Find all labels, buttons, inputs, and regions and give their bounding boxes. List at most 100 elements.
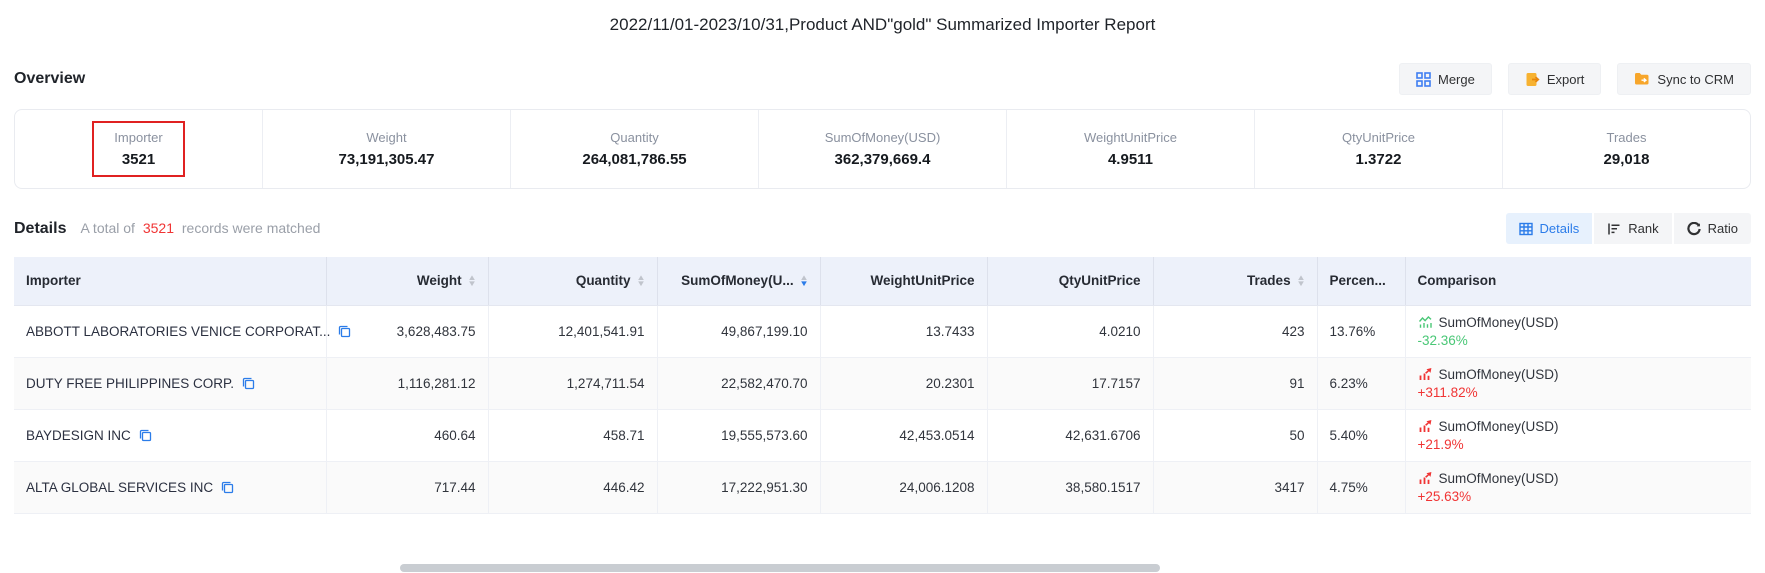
bar-chart-up-icon (1418, 471, 1433, 485)
cell-importer: ABBOTT LABORATORIES VENICE CORPORAT... (14, 305, 326, 357)
comparison-change: -32.36% (1418, 333, 1740, 348)
overview-stat-trades: Trades29,018 (1502, 110, 1750, 188)
overview-stat-qtyunitprice: QtyUnitPrice 1.3722 (1254, 110, 1502, 188)
sort-caret-icon[interactable]: ▲▼ (468, 275, 476, 286)
importer-name-link[interactable]: ABBOTT LABORATORIES VENICE CORPORAT... (26, 324, 330, 339)
export-button[interactable]: Export (1508, 63, 1602, 95)
table-row: BAYDESIGN INC460.64458.7119,555,573.6042… (14, 409, 1751, 461)
copy-icon[interactable] (242, 377, 255, 390)
sync-to-crm-button[interactable]: Sync to CRM (1617, 63, 1751, 95)
importer-name-link[interactable]: DUTY FREE PHILIPPINES CORP. (26, 376, 234, 391)
comparison-change: +25.63% (1418, 489, 1740, 504)
cell-quantity: 12,401,541.91 (488, 305, 657, 357)
table-row: ALTA GLOBAL SERVICES INC717.44446.4217,2… (14, 461, 1751, 513)
sort-caret-icon[interactable]: ▲▼ (800, 275, 808, 286)
overview-stat-quantity: Quantity264,081,786.55 (510, 110, 758, 188)
horizontal-scrollbar-thumb[interactable] (400, 564, 1160, 572)
stat-content: Quantity264,081,786.55 (560, 121, 708, 177)
record-count: 3521 (139, 220, 178, 236)
column-label: Weight (417, 273, 462, 288)
cell-importer: ALTA GLOBAL SERVICES INC (14, 461, 326, 513)
cell-qty-unit-price: 38,580.1517 (987, 461, 1153, 513)
cell-weight: 1,116,281.12 (326, 357, 488, 409)
stat-content: WeightUnitPrice4.9511 (1062, 121, 1199, 177)
cell-quantity: 446.42 (488, 461, 657, 513)
stat-value: 4.9511 (1108, 151, 1153, 168)
tab-details[interactable]: Details (1506, 213, 1593, 244)
cell-weight-unit-price: 20.2301 (820, 357, 987, 409)
sort-caret-icon[interactable]: ▲▼ (637, 275, 645, 286)
column-label: Trades (1247, 273, 1291, 288)
comparison-metric: SumOfMoney(USD) (1439, 419, 1559, 434)
tab-ratio[interactable]: Ratio (1674, 213, 1751, 244)
cell-quantity: 458.71 (488, 409, 657, 461)
ratio-circle-icon (1687, 222, 1701, 236)
overview-card: Importer3521 Weight73,191,305.47 Quantity2… (14, 109, 1751, 189)
tab-label: Rank (1628, 221, 1658, 236)
bar-chart-up-icon (1418, 367, 1433, 381)
column-label: Quantity (576, 273, 631, 288)
importer-name-link[interactable]: BAYDESIGN INC (26, 428, 131, 443)
comparison-change: +21.9% (1418, 437, 1740, 452)
column-header-quantity[interactable]: Quantity ▲▼ (488, 257, 657, 305)
view-tabs: Details Rank Ratio (1506, 213, 1751, 244)
table-row: DUTY FREE PHILIPPINES CORP. 1,116,281.121… (14, 357, 1751, 409)
overview-stat-importer: Importer3521 (15, 110, 262, 188)
cell-sum-of-money: 19,555,573.60 (657, 409, 820, 461)
column-header-percen-: Percen... (1317, 257, 1405, 305)
tab-rank[interactable]: Rank (1594, 213, 1671, 244)
stat-value: 73,191,305.47 (339, 151, 435, 168)
highlight-annotation-box: Importer3521 (92, 121, 184, 177)
stat-value: 362,379,669.4 (835, 151, 931, 168)
cell-quantity: 1,274,711.54 (488, 357, 657, 409)
table-row: ABBOTT LABORATORIES VENICE CORPORAT...3,… (14, 305, 1751, 357)
overview-heading: Overview (14, 70, 85, 88)
cell-weight: 717.44 (326, 461, 488, 513)
cell-percent: 6.23% (1317, 357, 1405, 409)
stat-label: Importer (114, 130, 162, 145)
stat-value: 264,081,786.55 (582, 151, 686, 168)
comparison-change: +311.82% (1418, 385, 1740, 400)
copy-icon[interactable] (221, 481, 234, 494)
column-label: SumOfMoney(U... (681, 273, 794, 288)
cell-comparison: SumOfMoney(USD) +21.9% (1405, 409, 1751, 461)
column-header-qtyunitprice: QtyUnitPrice (987, 257, 1153, 305)
cell-qty-unit-price: 42,631.6706 (987, 409, 1153, 461)
cell-importer: BAYDESIGN INC (14, 409, 326, 461)
cell-weight-unit-price: 13.7433 (820, 305, 987, 357)
column-header-sumofmoney-u-[interactable]: SumOfMoney(U... ▲▼ (657, 257, 820, 305)
copy-icon[interactable] (338, 325, 351, 338)
rank-bars-icon (1607, 222, 1621, 236)
overview-stat-weight: Weight73,191,305.47 (262, 110, 510, 188)
stat-label: QtyUnitPrice (1342, 130, 1415, 145)
button-label: Merge (1438, 72, 1475, 87)
table-header-row: ImporterWeight▲▼Quantity▲▼SumOfMoney(U..… (14, 257, 1751, 305)
stat-value: 1.3722 (1356, 151, 1402, 168)
column-header-weightunitprice: WeightUnitPrice (820, 257, 987, 305)
cell-trades: 3417 (1153, 461, 1317, 513)
cell-comparison: SumOfMoney(USD)+311.82% (1405, 357, 1751, 409)
stat-label: SumOfMoney(USD) (825, 130, 941, 145)
column-header-importer: Importer (14, 257, 326, 305)
cell-percent: 5.40% (1317, 409, 1405, 461)
button-label: Export (1547, 72, 1585, 87)
sort-caret-icon[interactable]: ▲▼ (1297, 275, 1305, 286)
column-label: QtyUnitPrice (1059, 273, 1141, 288)
stat-content: Trades29,018 (1582, 121, 1672, 177)
importer-name-link[interactable]: ALTA GLOBAL SERVICES INC (26, 480, 213, 495)
column-header-trades[interactable]: Trades ▲▼ (1153, 257, 1317, 305)
tab-label: Ratio (1708, 221, 1738, 236)
comparison-metric: SumOfMoney(USD) (1439, 315, 1559, 330)
cell-comparison: SumOfMoney(USD)+25.63% (1405, 461, 1751, 513)
column-header-weight[interactable]: Weight ▲▼ (326, 257, 488, 305)
cell-sum-of-money: 22,582,470.70 (657, 357, 820, 409)
importer-table: ImporterWeight▲▼Quantity▲▼SumOfMoney(U..… (14, 257, 1751, 514)
table-grid-icon (1519, 222, 1533, 236)
copy-icon[interactable] (139, 429, 152, 442)
cell-percent: 13.76% (1317, 305, 1405, 357)
merge-button[interactable]: Merge (1399, 63, 1492, 95)
toolbar-buttons: Merge Export Sync to CRM (1399, 63, 1751, 95)
column-label: Importer (26, 273, 81, 288)
tab-label: Details (1540, 221, 1580, 236)
stat-value: 29,018 (1604, 151, 1650, 168)
